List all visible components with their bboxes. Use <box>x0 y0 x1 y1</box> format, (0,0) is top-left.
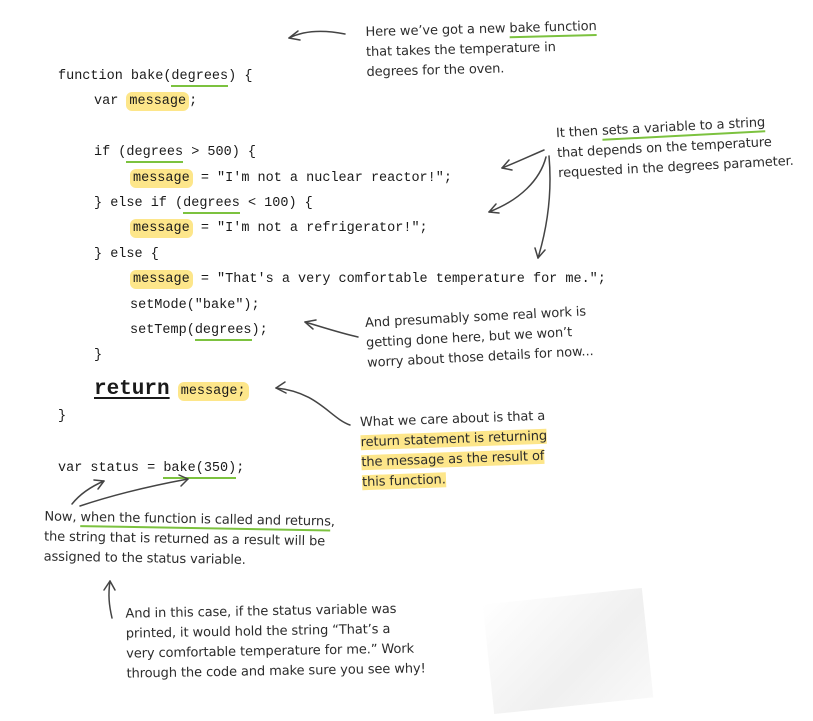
note-function-called: Now, when the function is called and ret… <box>43 509 335 568</box>
message-variable: message <box>130 270 193 289</box>
code-line-close-else: } <box>94 348 103 363</box>
code-line-message-reactor: message = "I'm not a nuclear reactor!"; <box>130 169 452 188</box>
code-line-var-message: var message; <box>94 92 198 111</box>
code-line-return: return message; <box>94 377 249 405</box>
arrow-to-function-icon <box>288 30 346 39</box>
code-line-close-function: } <box>58 409 67 424</box>
degrees-parameter: degrees <box>171 69 229 87</box>
message-variable: message <box>130 219 193 238</box>
message-variable: message <box>126 92 190 111</box>
arrow-up-icon <box>108 580 113 619</box>
arrow-to-settemp-icon <box>304 321 359 338</box>
note-status-printed: And in this case, if the status variable… <box>125 601 426 682</box>
note-real-work: And presumably some real work is getting… <box>364 304 594 371</box>
code-line-if: if (degrees > 500) { <box>94 144 256 163</box>
bake-call: bake(350) <box>163 461 237 479</box>
note-sets-variable: It then sets a variable to a string that… <box>555 115 795 182</box>
code-line-message-refrigerator: message = "I'm not a refrigerator!"; <box>130 219 428 238</box>
code-line-function-declaration: function bake(degrees) { <box>58 68 252 87</box>
degrees-reference: degrees <box>194 323 252 341</box>
message-return-value: message; <box>177 382 249 401</box>
code-line-else: } else { <box>94 247 159 262</box>
degrees-reference: degrees <box>126 145 184 163</box>
arrow-to-else-icon <box>537 155 551 259</box>
arrow-to-var-status-icon <box>71 480 105 505</box>
degrees-reference: degrees <box>183 196 240 214</box>
arrow-to-bake-call-icon <box>79 478 189 507</box>
arrow-to-if-icon <box>501 149 545 169</box>
message-variable: message <box>130 169 193 188</box>
note-bake-function: Here we’ve got a new bake function that … <box>365 18 597 81</box>
code-line-else-if: } else if (degrees < 100) { <box>94 195 313 214</box>
arrow-to-elseif-icon <box>488 156 547 213</box>
code-line-settemp: setTemp(degrees); <box>130 322 268 341</box>
return-keyword: return <box>94 378 170 401</box>
code-line-message-comfortable: message = "That's a very comfortable tem… <box>130 270 606 289</box>
paper-shadow <box>482 587 654 715</box>
code-line-var-status: var status = bake(350); <box>58 460 244 479</box>
note-return-statement: What we care about is that a return stat… <box>359 408 548 491</box>
arrow-to-return-icon <box>275 387 351 426</box>
code-line-setmode: setMode("bake"); <box>130 298 260 313</box>
